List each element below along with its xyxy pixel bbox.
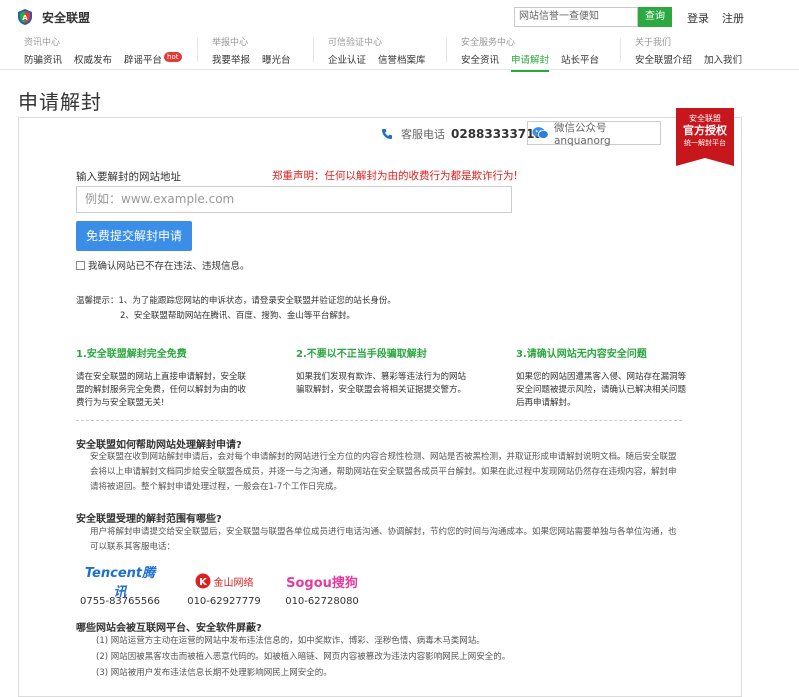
how-text: 安全联盟在收到网站解封申请后，会对每个申请解封的网站进行全方位的内容合规性检测、… — [90, 452, 677, 492]
search-button[interactable]: 查询 — [638, 7, 672, 27]
tencent-logo: Tencent腾讯 — [80, 566, 160, 600]
nav-group-report: 举报中心 我要举报 曝光台 — [212, 38, 303, 66]
blocked-title: 哪些网站会被互联网平台、安全软件屏蔽? — [76, 623, 262, 634]
partner-tel: 010-62728080 — [285, 596, 359, 607]
feature-title: 3.请确认网站无内容安全问题 — [516, 349, 647, 360]
feature-title: 2.不要以不正当手段骗取解封 — [296, 349, 427, 360]
how-title: 安全联盟如何帮助网站处理解封申请? — [76, 440, 242, 451]
nav-divider — [446, 38, 447, 62]
tip-line-1: 温馨提示：1、为了能跟踪您网站的申诉状态，请登录安全联盟并验证您的站长身份。 — [76, 296, 396, 306]
hot-badge: hot — [164, 52, 182, 62]
nav-item-exposure[interactable]: 曝光台 — [262, 52, 291, 70]
kingsoft-wordmark: 金山网络 — [213, 577, 254, 589]
feature-text: 如果您的网站因遭黑客入侵、网站存在漏洞等安全问题被提示风险，请确认已解决相关问题… — [516, 372, 687, 408]
ribbon-main: 官方授权 — [683, 124, 727, 137]
login-link[interactable]: 登录 — [687, 10, 709, 26]
sogou-wordmark: Sogou搜狗 — [286, 575, 358, 591]
confirm-checkbox-row[interactable]: 我确认网站已不存在违法、违规信息。 — [76, 258, 250, 272]
wechat-icon — [532, 127, 549, 139]
nav-divider — [197, 38, 198, 62]
sogou-logo: Sogou搜狗 — [282, 570, 362, 592]
tips: 温馨提示：1、为了能跟踪您网站的申诉状态，请登录安全联盟并验证您的站长身份。 2… — [76, 294, 396, 324]
nav-group-service: 安全服务中心 安全资讯 申请解封 站长平台 — [461, 38, 611, 72]
feature-no-cheat: 2.不要以不正当手段骗取解封 如果我们发现有欺诈、篡彩等违法行为的网站骗取解封，… — [296, 345, 474, 397]
nav-item-report[interactable]: 我要举报 — [212, 52, 250, 70]
register-link[interactable]: 注册 — [722, 10, 744, 26]
nav-divider — [313, 38, 314, 62]
header-divider — [0, 69, 799, 70]
submit-button[interactable]: 免费提交解封申请 — [76, 221, 192, 251]
partner-kingsoft: K 金山网络 010-62927779 — [184, 570, 264, 607]
confirm-label: 我确认网站已不存在违法、违规信息。 — [88, 261, 250, 272]
wechat-label: 微信公众号 anquanorg — [553, 121, 611, 147]
feature-text: 如果我们发现有欺诈、篡彩等违法行为的网站骗取解封，安全联盟会将相关证据提交警方。 — [296, 372, 467, 395]
feature-free: 1.安全联盟解封完全免费 请在安全联盟的网站上直接申请解封，安全联盟的解封服务完… — [76, 345, 246, 410]
url-input[interactable]: 例如：www.example.com — [76, 186, 512, 213]
phone-label: 客服电话 — [401, 128, 445, 141]
svg-text:K: K — [199, 577, 208, 588]
ribbon-top: 安全联盟 — [689, 114, 721, 123]
nav-item-intro[interactable]: 安全联盟介绍 — [635, 52, 692, 70]
nav-group-title: 举报中心 — [212, 38, 249, 48]
feature-title: 1.安全联盟解封完全免费 — [76, 349, 187, 360]
partner-tel: 0755-83765566 — [80, 596, 160, 607]
service-phone: 客服电话 02883333715 — [381, 126, 543, 142]
nav-item-official[interactable]: 权威发布 — [74, 52, 112, 70]
partner-sogou: Sogou搜狗 010-62728080 — [282, 570, 362, 608]
feature-text: 请在安全联盟的网站上直接申请解封，安全联盟的解封服务完全免费，任何以解封为由的收… — [76, 372, 247, 408]
partner-tel: 010-62927779 — [187, 596, 261, 607]
brand-name: 安全联盟 — [42, 10, 91, 25]
scope-title: 安全联盟受理的解封范围有哪些? — [76, 514, 222, 525]
kingsoft-logo: K 金山网络 — [184, 570, 264, 592]
list-item: (1) 网站运营方主动在运营的网站中发布违法信息的，如中奖欺诈、博彩、淫秽色情、… — [96, 636, 485, 646]
nav-item-credit[interactable]: 信誉档案库 — [378, 52, 426, 70]
nav-item-fraud-news[interactable]: 防骗资讯 — [24, 52, 62, 70]
list-item: (3) 网站被用户发布违法信息长期不处理影响网民上网安全的。 — [96, 668, 332, 678]
nav-group-about: 关于我们 安全联盟介绍 加入我们 — [635, 38, 754, 66]
nav-divider — [620, 38, 621, 62]
blocked-list: (1) 网站运营方主动在运营的网站中发布违法信息的，如中奖欺诈、博彩、淫秽色情、… — [96, 633, 510, 681]
wechat-button[interactable]: 微信公众号 anquanorg — [527, 121, 661, 147]
section-divider — [76, 420, 682, 421]
url-label: 输入要解封的网站地址 — [76, 171, 181, 183]
tip-line-2: 2、安全联盟帮助网站在腾讯、百度、搜狗、金山等平台解封。 — [120, 311, 355, 321]
nav-item-rumor[interactable]: 辟谣平台 hot — [124, 52, 182, 70]
tencent-wordmark: Tencent腾讯 — [84, 566, 156, 600]
svg-text:A: A — [22, 14, 28, 22]
confirm-checkbox[interactable] — [76, 260, 85, 270]
top-header: A 安全联盟 网站信誉一查便知 查询 登录 注册 资讯中心 防骗资讯 权威发布 … — [0, 0, 799, 72]
feature-content-safe: 3.请确认网站无内容安全问题 如果您的网站因遭黑客入侵、网站存在漏洞等安全问题被… — [516, 345, 686, 410]
partner-tencent: Tencent腾讯 0755-83765566 — [80, 566, 160, 607]
phone-icon — [382, 129, 392, 139]
nav-item-enterprise[interactable]: 企业认证 — [328, 52, 366, 70]
shield-logo-icon: A — [18, 9, 32, 25]
nav-item-join[interactable]: 加入我们 — [704, 52, 742, 70]
site-logo[interactable]: A 安全联盟 — [16, 8, 90, 26]
nav-group-title: 关于我们 — [635, 38, 672, 48]
search-input[interactable]: 网站信誉一查便知 — [514, 7, 638, 27]
nav-group-title: 资讯中心 — [24, 38, 61, 48]
nav-item-label: 辟谣平台 — [124, 55, 163, 66]
list-item: (2) 网站因被黑客攻击而被植入恶意代码的。如被植入暗链、网页内容被篡改为违法内… — [96, 652, 511, 662]
nav-group-verify: 可信验证中心 企业认证 信誉档案库 — [328, 38, 438, 66]
ribbon-sub: 统一解封平台 — [684, 139, 726, 147]
nav-group-news: 资讯中心 防骗资讯 权威发布 辟谣平台 hot — [24, 38, 194, 66]
page-title: 申请解封 — [18, 90, 102, 114]
official-ribbon: 安全联盟 官方授权 统一解封平台 — [676, 108, 734, 158]
nav-group-title: 可信验证中心 — [328, 38, 383, 48]
nav-group-title: 安全服务中心 — [461, 38, 516, 48]
kingsoft-icon: K — [195, 573, 210, 589]
ribbon-tail — [676, 158, 734, 166]
fraud-warning: 郑重声明：任何以解封为由的收费行为都是欺诈行为! — [272, 170, 518, 182]
scope-text: 用户将解封申请提交给安全联盟后，安全联盟与联盟各单位成员进行电话沟通、协调解封，… — [90, 527, 677, 552]
